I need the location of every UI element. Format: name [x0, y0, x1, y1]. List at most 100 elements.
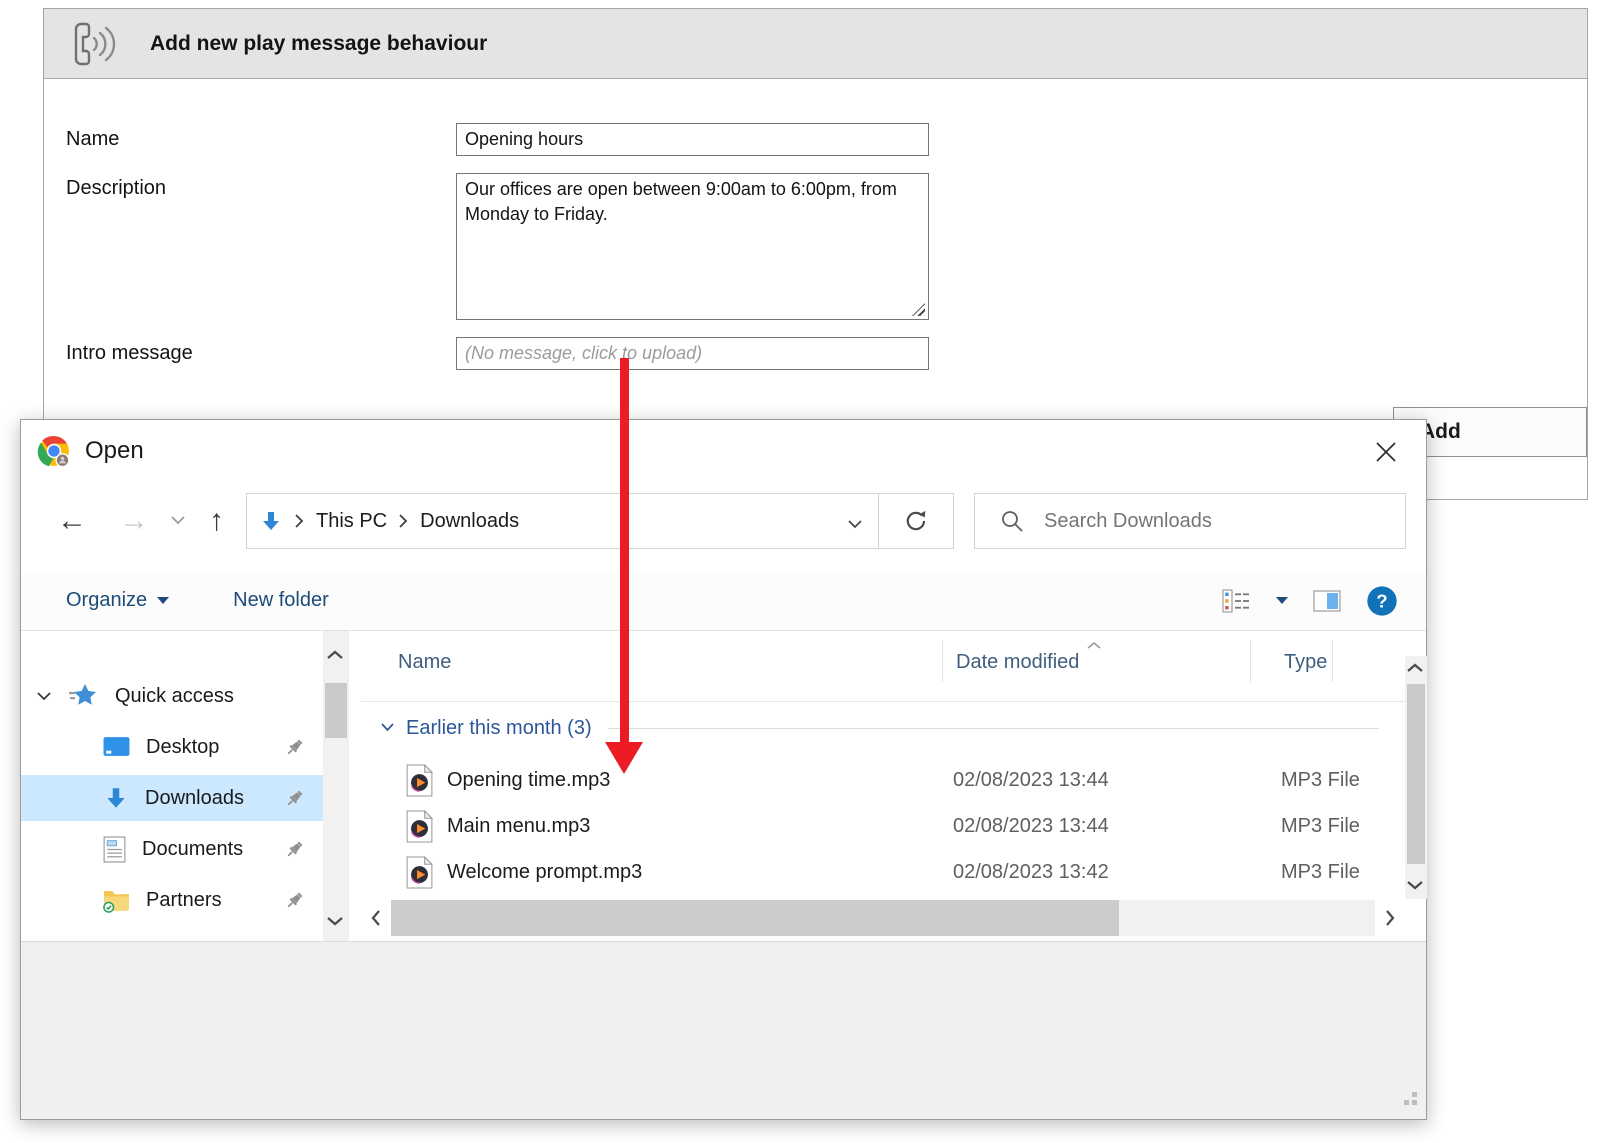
navigation-bar: ← → ↑ This PC Downloads	[21, 490, 1426, 552]
dialog-toolbar: Organize New folder	[21, 571, 1426, 631]
dialog-title: Open	[85, 437, 144, 465]
column-divider	[1332, 640, 1333, 682]
scrollbar-thumb[interactable]	[325, 683, 347, 738]
refresh-icon	[903, 508, 929, 534]
name-label: Name	[66, 128, 119, 151]
sidebar-item-label: Documents	[142, 838, 243, 861]
scroll-up-icon[interactable]	[326, 647, 344, 665]
horizontal-scrollbar[interactable]	[361, 899, 1405, 937]
address-dropdown-chevron[interactable]	[848, 516, 862, 534]
scroll-down-icon[interactable]	[1406, 877, 1424, 895]
organize-label: Organize	[66, 589, 147, 612]
pin-icon	[284, 737, 305, 758]
details-view-icon	[1222, 589, 1252, 613]
preview-pane-button[interactable]	[1312, 589, 1342, 613]
sidebar-item-desktop[interactable]: Desktop	[21, 724, 323, 770]
downloads-icon	[259, 509, 283, 533]
organize-caret-icon	[157, 597, 169, 604]
scroll-down-icon[interactable]	[326, 913, 344, 931]
file-date-modified: 02/08/2023 13:44	[953, 815, 1281, 838]
preview-pane-icon	[1312, 589, 1342, 613]
description-textarea[interactable]: Our offices are open between 9:00am to 6…	[456, 173, 929, 320]
search-input[interactable]	[1042, 509, 1342, 534]
file-name: Welcome prompt.mp3	[447, 861, 953, 884]
column-header-date-modified[interactable]: Date modified	[956, 651, 1079, 674]
forward-button[interactable]: →	[119, 506, 149, 536]
panel-header: Add new play message behaviour	[44, 9, 1587, 79]
group-label: Earlier this month (3)	[406, 717, 592, 740]
file-date-modified: 02/08/2023 13:44	[953, 769, 1281, 792]
mp3-file-icon	[406, 810, 433, 843]
scroll-up-icon[interactable]	[1406, 660, 1424, 678]
desktop-icon	[103, 736, 130, 758]
column-divider	[942, 640, 943, 682]
downloads-icon	[103, 785, 129, 811]
details-view-button[interactable]	[1222, 589, 1252, 613]
navigation-pane: Quick access Desktop	[21, 631, 323, 941]
name-input[interactable]	[456, 123, 929, 156]
open-file-dialog: Open ← → ↑ This PC	[20, 419, 1427, 1120]
pin-icon	[284, 788, 305, 809]
refresh-button[interactable]	[879, 493, 954, 549]
intro-message-upload-field[interactable]	[456, 337, 929, 370]
resize-grip[interactable]	[1400, 1088, 1418, 1111]
chrome-icon	[37, 434, 71, 468]
file-type: MP3 File	[1281, 815, 1360, 838]
new-folder-button[interactable]: New folder	[233, 589, 329, 612]
svg-text:?: ?	[1376, 590, 1387, 611]
sidebar-scrollbar[interactable]	[323, 631, 349, 941]
file-group-header: Earlier this month (3)	[381, 709, 1395, 747]
header-divider	[361, 701, 1405, 702]
sidebar-item-partners[interactable]: Partners	[21, 877, 323, 923]
vertical-scrollbar[interactable]	[1405, 656, 1427, 899]
group-divider	[608, 728, 1379, 729]
sidebar-item-quick-access[interactable]: Quick access	[21, 673, 323, 719]
sidebar-item-label: Desktop	[146, 736, 219, 759]
panel-title: Add new play message behaviour	[150, 32, 487, 56]
dialog-titlebar: Open	[21, 420, 1426, 482]
up-button[interactable]: ↑	[209, 506, 224, 536]
scrollbar-thumb[interactable]	[1407, 684, 1425, 864]
scroll-left-icon[interactable]	[361, 909, 391, 927]
file-row[interactable]: Main menu.mp3 02/08/2023 13:44 MP3 File	[381, 804, 1404, 848]
column-header-name[interactable]: Name	[398, 651, 451, 674]
partners-folder-icon	[103, 888, 130, 913]
scroll-right-icon[interactable]	[1375, 909, 1405, 927]
address-bar[interactable]: This PC Downloads	[246, 493, 879, 549]
breadcrumb-chevron-icon[interactable]	[399, 514, 408, 528]
chevron-down-icon[interactable]	[37, 692, 51, 701]
search-field[interactable]	[974, 493, 1406, 549]
sidebar-item-label: Quick access	[115, 685, 234, 708]
column-header-type[interactable]: Type	[1284, 651, 1327, 674]
sort-chevron-icon	[1087, 637, 1101, 655]
scrollbar-thumb[interactable]	[391, 900, 1119, 936]
file-row[interactable]: Welcome prompt.mp3 02/08/2023 13:42 MP3 …	[381, 850, 1404, 894]
breadcrumb-this-pc[interactable]: This PC	[316, 510, 387, 533]
sidebar-item-label: Downloads	[145, 787, 244, 810]
dialog-footer: File name: Custom Files (*.3gpp;*.amr;*.…	[21, 941, 1426, 1119]
column-divider	[1250, 640, 1251, 682]
sidebar-item-downloads[interactable]: Downloads	[21, 775, 323, 821]
close-button[interactable]	[1362, 428, 1410, 476]
phone-icon	[64, 19, 118, 69]
file-row[interactable]: Opening time.mp3 02/08/2023 13:44 MP3 Fi…	[381, 758, 1404, 802]
views-caret-icon[interactable]	[1276, 597, 1288, 604]
file-type: MP3 File	[1281, 861, 1360, 884]
pin-icon	[284, 839, 305, 860]
organize-menu[interactable]: Organize	[66, 589, 169, 612]
mp3-file-icon	[406, 764, 433, 797]
back-button[interactable]: ←	[57, 506, 87, 536]
close-icon	[1374, 440, 1398, 464]
breadcrumb-downloads[interactable]: Downloads	[420, 510, 519, 533]
scrollbar-track[interactable]	[391, 900, 1375, 936]
breadcrumb-chevron-icon[interactable]	[295, 514, 304, 528]
group-collapse-chevron[interactable]	[381, 719, 394, 737]
help-button[interactable]: ?	[1366, 585, 1398, 617]
recent-locations-chevron[interactable]	[171, 512, 185, 530]
documents-icon	[103, 836, 126, 863]
search-icon	[1001, 510, 1024, 533]
screen: Add new play message behaviour Name Desc…	[0, 0, 1600, 1143]
sidebar-item-documents[interactable]: Documents	[21, 826, 323, 872]
description-label: Description	[66, 177, 166, 200]
pin-icon	[284, 890, 305, 911]
